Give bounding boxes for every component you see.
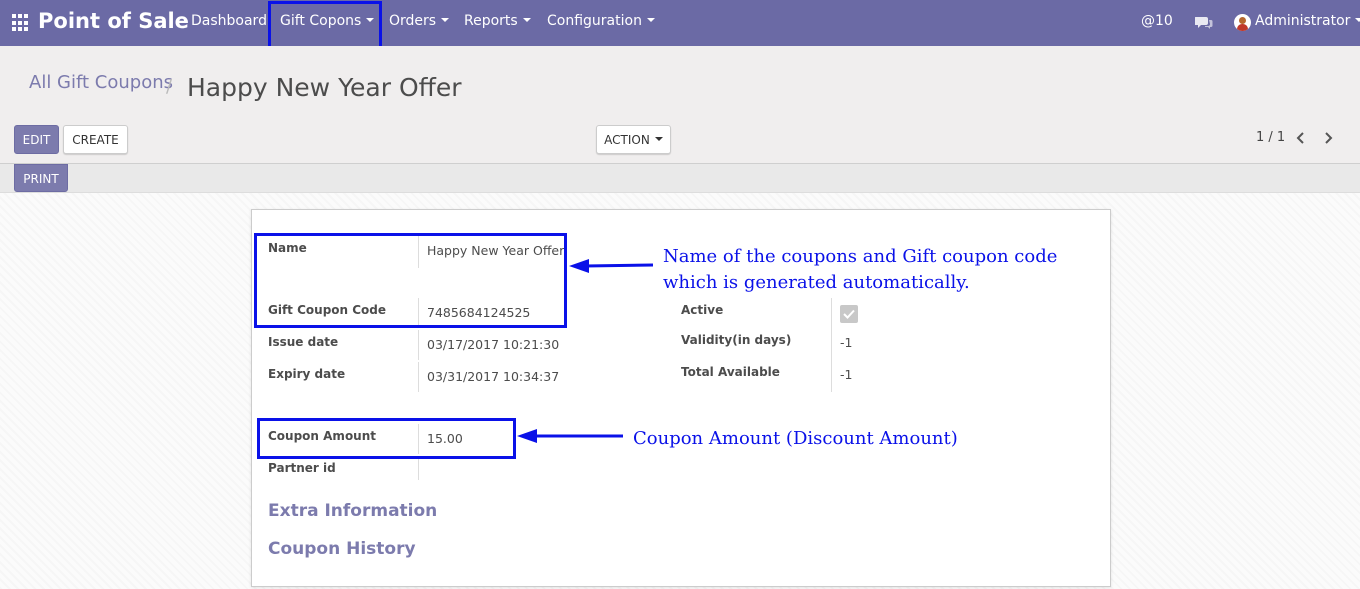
menu-orders[interactable]: Orders bbox=[389, 13, 450, 29]
expiry-date-value: 03/31/2017 10:34:37 bbox=[427, 369, 560, 384]
chevron-right-icon bbox=[1325, 132, 1333, 144]
arrow-left-icon bbox=[569, 259, 654, 273]
user-avatar[interactable] bbox=[1234, 14, 1251, 31]
field-divider bbox=[418, 330, 419, 360]
print-button[interactable]: PRINT bbox=[14, 164, 68, 192]
edit-button[interactable]: EDIT bbox=[14, 125, 59, 154]
active-label: Active bbox=[681, 303, 724, 317]
arrow-left-icon bbox=[517, 429, 623, 443]
field-divider bbox=[418, 456, 419, 480]
chevron-down-icon bbox=[441, 18, 450, 22]
pager-previous-button[interactable] bbox=[1289, 126, 1313, 150]
menu-dashboard-label: Dashboard bbox=[191, 13, 267, 29]
validity-value: -1 bbox=[840, 335, 853, 350]
active-checkbox[interactable] bbox=[840, 305, 858, 323]
total-available-value: -1 bbox=[840, 367, 853, 382]
top-navbar: Point of Sale Dashboard Gift Copons Orde… bbox=[0, 0, 1360, 46]
menu-reports-label: Reports bbox=[464, 13, 518, 29]
menu-configuration[interactable]: Configuration bbox=[547, 13, 655, 29]
amount-annotation: Coupon Amount (Discount Amount) bbox=[633, 428, 958, 449]
checkmark-icon bbox=[843, 309, 855, 319]
breadcrumb-parent[interactable]: All Gift Coupons bbox=[29, 72, 173, 93]
total-available-label: Total Available bbox=[681, 365, 780, 379]
pager-next-button[interactable] bbox=[1316, 126, 1340, 150]
field-divider bbox=[418, 362, 419, 392]
chevron-left-icon bbox=[1296, 132, 1304, 144]
app-brand[interactable]: Point of Sale bbox=[38, 9, 189, 33]
chat-icon[interactable] bbox=[1194, 15, 1213, 29]
create-button[interactable]: CREATE bbox=[63, 125, 128, 154]
menu-reports[interactable]: Reports bbox=[464, 13, 531, 29]
expiry-date-label: Expiry date bbox=[268, 367, 346, 381]
menu-dashboard[interactable]: Dashboard bbox=[191, 13, 267, 29]
issue-date-label: Issue date bbox=[268, 335, 339, 349]
page-title: Happy New Year Offer bbox=[187, 73, 462, 102]
issue-date-value: 03/17/2017 10:21:30 bbox=[427, 337, 560, 352]
extra-information-tab[interactable]: Extra Information bbox=[268, 501, 437, 521]
chevron-down-icon bbox=[646, 18, 655, 22]
partner-id-label: Partner id bbox=[268, 461, 336, 475]
validity-label: Validity(in days) bbox=[681, 333, 792, 347]
field-divider bbox=[831, 298, 832, 328]
gift-coupons-highlight bbox=[268, 1, 382, 50]
user-name: Administrator bbox=[1255, 13, 1351, 29]
field-divider bbox=[831, 360, 832, 392]
breadcrumb-separator: / bbox=[166, 76, 173, 97]
action-label: ACTION bbox=[604, 133, 650, 147]
coupon-history-tab[interactable]: Coupon History bbox=[268, 539, 416, 559]
chevron-down-icon bbox=[654, 137, 663, 141]
control-panel: All Gift Coupons / Happy New Year Offer … bbox=[0, 46, 1360, 164]
name-code-highlight bbox=[254, 233, 567, 328]
coupon-amount-highlight bbox=[257, 418, 516, 459]
chevron-down-icon bbox=[1355, 18, 1360, 22]
menu-configuration-label: Configuration bbox=[547, 13, 642, 29]
name-annotation-line1: Name of the coupons and Gift coupon code bbox=[663, 246, 1058, 267]
mentions-counter[interactable]: @10 bbox=[1141, 13, 1173, 29]
pager-value: 1 / 1 bbox=[1256, 130, 1286, 145]
name-annotation-line2: which is generated automatically. bbox=[663, 272, 970, 293]
apps-grid-icon[interactable] bbox=[12, 14, 30, 32]
sidebar-strip: PRINT bbox=[0, 164, 1360, 193]
chevron-down-icon bbox=[522, 18, 531, 22]
field-divider bbox=[831, 328, 832, 360]
menu-orders-label: Orders bbox=[389, 13, 437, 29]
user-menu[interactable]: Administrator bbox=[1255, 13, 1360, 29]
action-dropdown[interactable]: ACTION bbox=[596, 125, 671, 154]
